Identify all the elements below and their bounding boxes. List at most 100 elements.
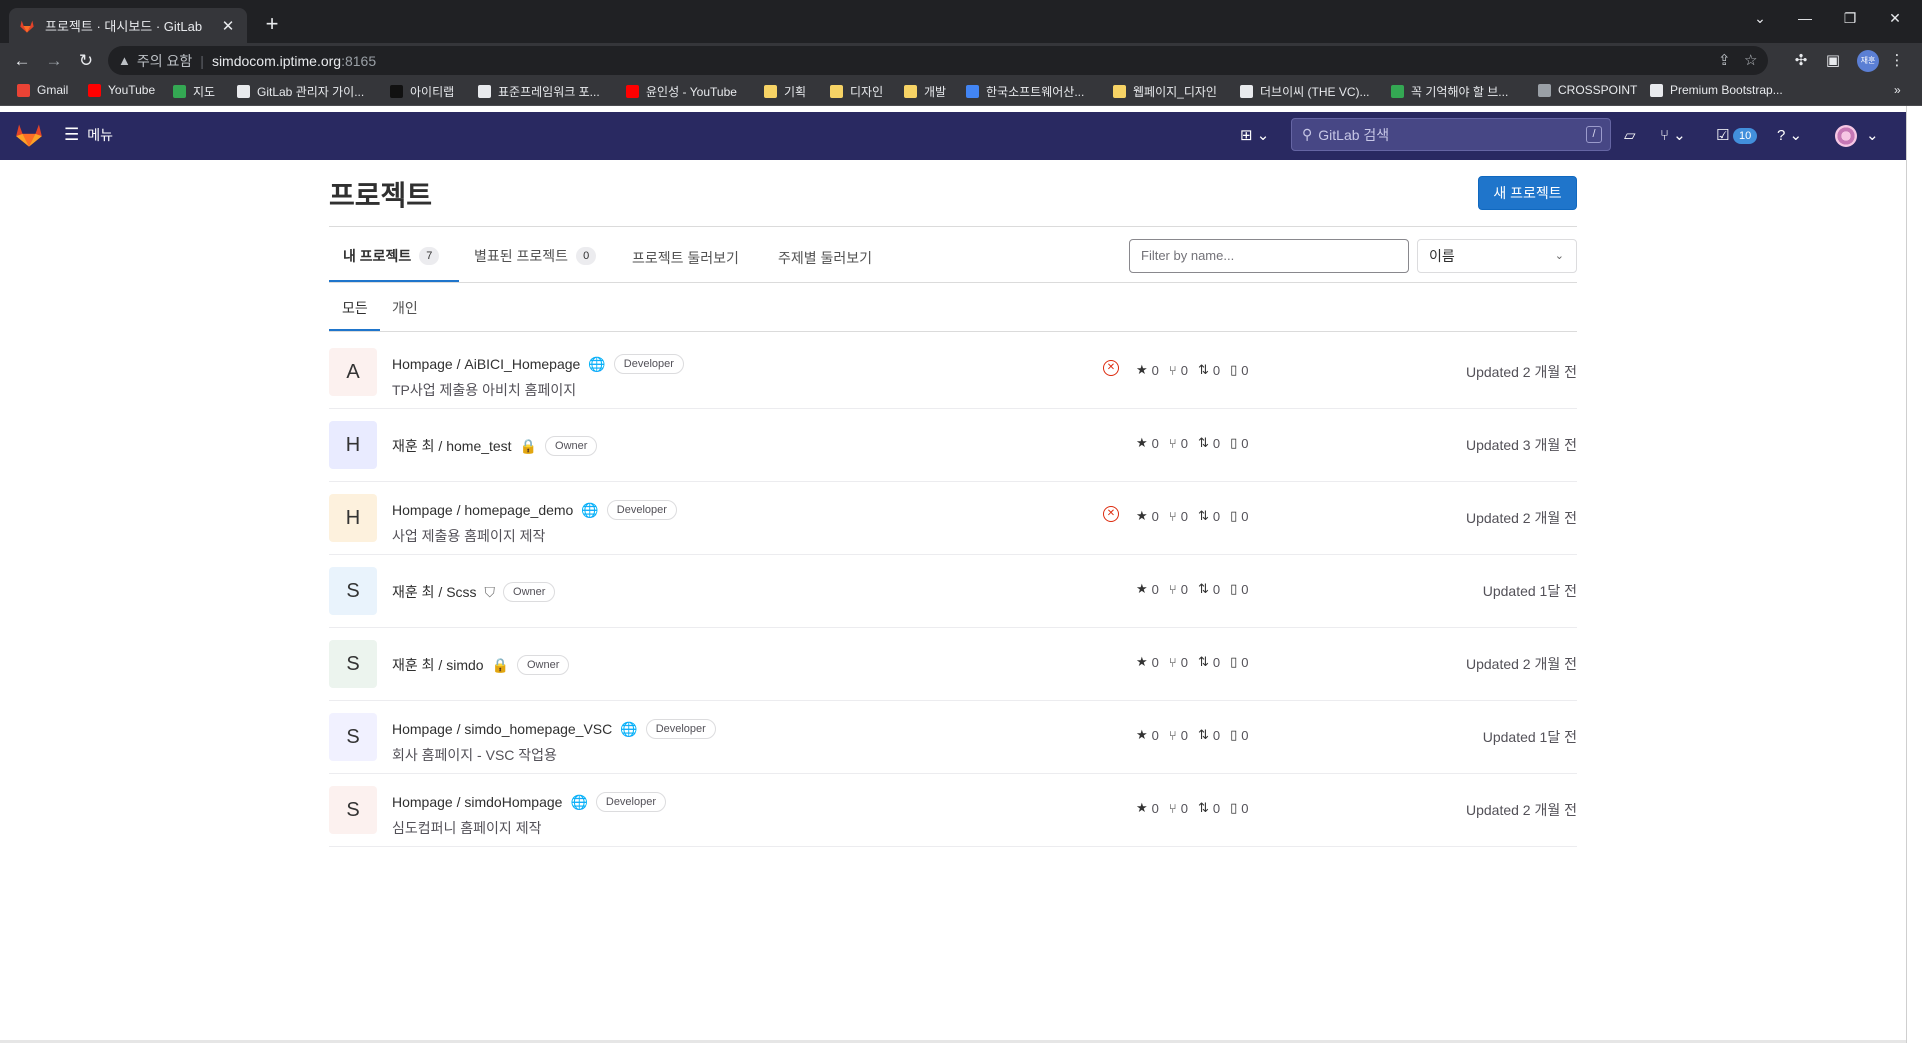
merge-requests-stat[interactable]: ⇅ 0 bbox=[1198, 727, 1220, 743]
pipeline-failed-icon[interactable]: ✕ bbox=[1103, 360, 1119, 376]
issues-stat[interactable]: ▯ 0 bbox=[1230, 727, 1248, 743]
project-row[interactable]: H 재훈 최 / home_test 🔒 Owner ★ 0 ⑂ 0 ⇅ 0 ▯ 0 Updated 3… bbox=[329, 409, 1577, 482]
issues-stat[interactable]: ▯ 0 bbox=[1230, 654, 1248, 670]
merge-requests-stat[interactable]: ⇅ 0 bbox=[1198, 581, 1220, 597]
project-name-link[interactable]: 재훈 최 / Scss ⛉ Owner bbox=[392, 582, 556, 602]
address-bar[interactable]: ▲ 주의 요함 | simdocom.iptime.org:8165 ⇪ ☆ bbox=[108, 46, 1768, 75]
filter-by-name-input[interactable]: Filter by name... bbox=[1129, 239, 1409, 273]
browser-tab[interactable]: 프로젝트 · 대시보드 · GitLab ✕ bbox=[9, 8, 247, 43]
bookmarks-more-icon[interactable]: » bbox=[1894, 83, 1901, 97]
forward-icon[interactable]: → bbox=[42, 49, 66, 73]
chrome-menu-icon[interactable]: ⋮ bbox=[1886, 51, 1908, 69]
stars-stat[interactable]: ★ 0 bbox=[1136, 654, 1159, 670]
stars-stat[interactable]: ★ 0 bbox=[1136, 435, 1159, 451]
bookmark-item[interactable]: 웹페이지_디자인 bbox=[1113, 83, 1217, 100]
new-tab-button[interactable]: + bbox=[258, 10, 286, 38]
tab-search-icon[interactable]: ⌄ bbox=[1740, 10, 1780, 27]
stars-stat[interactable]: ★ 0 bbox=[1136, 800, 1159, 816]
merge-requests-stat[interactable]: ⇅ 0 bbox=[1198, 362, 1220, 378]
project-name-link[interactable]: Hompage / homepage_demo 🌐 Developer bbox=[392, 500, 677, 520]
todos-icon[interactable]: ☑ bbox=[1716, 126, 1729, 144]
forks-stat[interactable]: ⑂ 0 bbox=[1169, 655, 1188, 670]
window-close-icon[interactable]: ✕ bbox=[1875, 10, 1915, 27]
user-avatar[interactable] bbox=[1835, 125, 1857, 147]
merge-requests-stat[interactable]: ⇅ 0 bbox=[1198, 435, 1220, 451]
project-row[interactable]: S 재훈 최 / simdo 🔒 Owner ★ 0 ⑂ 0 ⇅ 0 ▯ 0 Updated 2 개월 … bbox=[329, 628, 1577, 701]
bookmark-item[interactable]: YouTube bbox=[88, 83, 155, 97]
side-panel-icon[interactable]: ▣ bbox=[1822, 51, 1844, 69]
project-avatar[interactable]: S bbox=[329, 786, 377, 834]
chevron-down-icon[interactable]: ⌄ bbox=[1866, 126, 1879, 144]
bookmark-item[interactable]: 기획 bbox=[764, 83, 806, 100]
gitlab-logo-icon[interactable] bbox=[15, 122, 43, 148]
stars-stat[interactable]: ★ 0 bbox=[1136, 581, 1159, 597]
gitlab-search-input[interactable]: ⚲ GitLab 검색 / bbox=[1291, 118, 1611, 151]
sort-select[interactable]: 이름 ⌄ bbox=[1417, 239, 1577, 273]
project-name-link[interactable]: Hompage / simdoHompage 🌐 Developer bbox=[392, 792, 667, 812]
issues-icon[interactable]: ▱ bbox=[1624, 126, 1636, 144]
browser-profile-avatar[interactable]: 재훈 bbox=[1857, 50, 1879, 72]
tab-close-icon[interactable]: ✕ bbox=[219, 17, 237, 35]
merge-requests-stat[interactable]: ⇅ 0 bbox=[1198, 800, 1220, 816]
forks-stat[interactable]: ⑂ 0 bbox=[1169, 509, 1188, 524]
project-avatar[interactable]: H bbox=[329, 494, 377, 542]
stars-stat[interactable]: ★ 0 bbox=[1136, 508, 1159, 524]
forks-stat[interactable]: ⑂ 0 bbox=[1169, 363, 1188, 378]
tab-explore-topics[interactable]: 주제별 둘러보기 bbox=[778, 248, 872, 268]
issues-stat[interactable]: ▯ 0 bbox=[1230, 362, 1248, 378]
tab-starred-projects[interactable]: 별표된 프로젝트 0 bbox=[474, 246, 597, 266]
extensions-icon[interactable]: ✣ bbox=[1790, 51, 1812, 69]
issues-stat[interactable]: ▯ 0 bbox=[1230, 435, 1248, 451]
bookmark-item[interactable]: 꼭 기억해야 할 브... bbox=[1391, 83, 1508, 100]
forks-stat[interactable]: ⑂ 0 bbox=[1169, 582, 1188, 597]
merge-requests-stat[interactable]: ⇅ 0 bbox=[1198, 654, 1220, 670]
tab-my-projects[interactable]: 내 프로젝트 7 bbox=[343, 246, 440, 266]
project-row[interactable]: A Hompage / AiBICI_Homepage 🌐 Developer TP사업… bbox=[329, 336, 1577, 409]
project-name-link[interactable]: Hompage / AiBICI_Homepage 🌐 Developer bbox=[392, 354, 684, 374]
forks-stat[interactable]: ⑂ 0 bbox=[1169, 728, 1188, 743]
new-project-button[interactable]: 새 프로젝트 bbox=[1478, 176, 1577, 210]
back-icon[interactable]: ← bbox=[10, 49, 34, 73]
subtab-all[interactable]: 모든 bbox=[342, 298, 368, 318]
project-avatar[interactable]: A bbox=[329, 348, 377, 396]
project-row[interactable]: S Hompage / simdoHompage 🌐 Developer 심도컴퍼니 홈… bbox=[329, 774, 1577, 847]
issues-stat[interactable]: ▯ 0 bbox=[1230, 581, 1248, 597]
tab-explore-projects[interactable]: 프로젝트 둘러보기 bbox=[632, 248, 739, 268]
bookmark-item[interactable]: 아이티랩 bbox=[390, 83, 454, 100]
restore-icon[interactable]: ❐ bbox=[1830, 10, 1870, 27]
bookmark-item[interactable]: CROSSPOINT bbox=[1538, 83, 1637, 97]
bookmark-item[interactable]: 한국소프트웨어산... bbox=[966, 83, 1084, 100]
create-new-icon[interactable]: ⊞ ⌄ bbox=[1240, 126, 1269, 144]
merge-requests-icon[interactable]: ⑂ ⌄ bbox=[1660, 126, 1686, 144]
bookmark-item[interactable]: 지도 bbox=[173, 83, 215, 100]
bookmark-item[interactable]: 윤인성 - YouTube bbox=[626, 83, 737, 100]
help-icon[interactable]: ? ⌄ bbox=[1777, 126, 1802, 144]
bookmark-item[interactable]: GitLab 관리자 가이... bbox=[237, 83, 364, 100]
project-avatar[interactable]: S bbox=[329, 713, 377, 761]
project-avatar[interactable]: S bbox=[329, 567, 377, 615]
bookmark-item[interactable]: Premium Bootstrap... bbox=[1650, 83, 1783, 97]
project-name-link[interactable]: Hompage / simdo_homepage_VSC 🌐 Developer bbox=[392, 719, 716, 739]
subtab-personal[interactable]: 개인 bbox=[392, 298, 418, 318]
bookmark-item[interactable]: Gmail bbox=[17, 83, 68, 97]
bookmark-item[interactable]: 더브이씨 (THE VC)... bbox=[1240, 83, 1370, 100]
stars-stat[interactable]: ★ 0 bbox=[1136, 362, 1159, 378]
bookmark-item[interactable]: 디자인 bbox=[830, 83, 883, 100]
page-scrollbar[interactable] bbox=[1906, 106, 1922, 1043]
project-row[interactable]: S Hompage / simdo_homepage_VSC 🌐 Developer 회… bbox=[329, 701, 1577, 774]
project-row[interactable]: S 재훈 최 / Scss ⛉ Owner ★ 0 ⑂ 0 ⇅ 0 ▯ 0 Updated 1달 전 bbox=[329, 555, 1577, 628]
stars-stat[interactable]: ★ 0 bbox=[1136, 727, 1159, 743]
pipeline-failed-icon[interactable]: ✕ bbox=[1103, 506, 1119, 522]
share-icon[interactable]: ⇪ bbox=[1718, 51, 1731, 69]
minimize-icon[interactable]: — bbox=[1785, 10, 1825, 26]
forks-stat[interactable]: ⑂ 0 bbox=[1169, 436, 1188, 451]
project-row[interactable]: H Hompage / homepage_demo 🌐 Developer 사업 제출용… bbox=[329, 482, 1577, 555]
bookmark-item[interactable]: 표준프레임워크 포... bbox=[478, 83, 600, 100]
forks-stat[interactable]: ⑂ 0 bbox=[1169, 801, 1188, 816]
project-name-link[interactable]: 재훈 최 / simdo 🔒 Owner bbox=[392, 655, 570, 675]
merge-requests-stat[interactable]: ⇅ 0 bbox=[1198, 508, 1220, 524]
project-avatar[interactable]: H bbox=[329, 421, 377, 469]
bookmark-star-icon[interactable]: ☆ bbox=[1744, 51, 1757, 69]
menu-button[interactable]: ☰ 메뉴 bbox=[64, 125, 113, 145]
bookmark-item[interactable]: 개발 bbox=[904, 83, 946, 100]
